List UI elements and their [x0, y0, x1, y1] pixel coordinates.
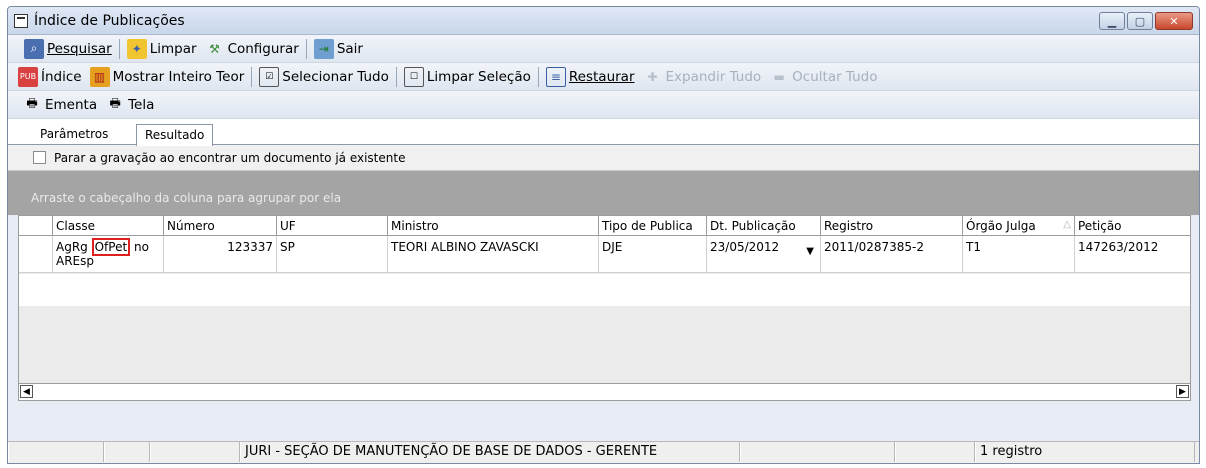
sort-ascending-icon: △	[1063, 219, 1071, 230]
options-row: Parar a gravação ao encontrar um documen…	[8, 145, 1199, 171]
title-bar: Índice de Publicações ▁ ▢ ✕	[8, 7, 1199, 35]
pub-index-icon: PUB	[18, 66, 38, 87]
indicator-column-header	[19, 216, 52, 236]
exit-door-icon: ⇥	[313, 38, 334, 59]
tab-parametros[interactable]: Parâmetros	[32, 124, 116, 145]
close-button[interactable]: ✕	[1155, 12, 1193, 30]
clear-button[interactable]: ✦ Limpar	[123, 37, 201, 61]
minimize-button[interactable]: ▁	[1099, 12, 1125, 30]
column-header-uf[interactable]: UF	[276, 216, 387, 236]
horizontal-scrollbar[interactable]: ◀ ▶	[19, 383, 1190, 400]
printer-icon: 🖶	[26, 96, 38, 110]
cell-classe: AgRg OfPet no AREsp	[52, 236, 163, 273]
main-window: Índice de Publicações ▁ ▢ ✕ ⌕ Pesquisar ✦…	[7, 6, 1200, 464]
restore-button[interactable]: ≡ Restaurar	[542, 65, 639, 89]
window-title: Índice de Publicações	[34, 12, 185, 29]
select-all-button[interactable]: ☑ Selecionar Tudo	[255, 65, 393, 89]
cell-ministro: TEORI ALBINO ZAVASCKI	[387, 236, 598, 273]
cell-registro: 2011/0287385-2	[820, 236, 962, 273]
status-panel	[150, 442, 240, 462]
stop-on-existing-label: Parar a gravação ao encontrar um documen…	[54, 150, 406, 165]
index-button[interactable]: PUB Índice	[14, 65, 86, 89]
show-full-text-button[interactable]: ▥ Mostrar Inteiro Teor	[86, 65, 249, 89]
cell-uf: SP	[276, 236, 387, 273]
printer-icon: 🖶	[109, 96, 121, 110]
collapse-minus-icon: ▬	[773, 69, 785, 84]
select-all-icon: ☑	[259, 66, 280, 87]
exit-button[interactable]: ⇥ Sair	[310, 37, 367, 61]
toolbar-print: 🖶 Ementa 🖶 Tela	[8, 91, 1199, 119]
maximize-button[interactable]: ▢	[1127, 12, 1153, 30]
cell-numero: 123337	[163, 236, 276, 273]
expand-plus-icon: ✚	[647, 69, 658, 84]
status-panel	[740, 442, 895, 462]
cell-tipo: DJE	[598, 236, 706, 273]
table-row[interactable]: AgRg OfPet no AREsp 123337 SP TEORI ALBIN…	[19, 236, 1190, 273]
cell-data[interactable]: 23/05/2012 ▼	[706, 236, 820, 273]
row-indicator	[19, 236, 52, 273]
grid-empty-area	[19, 274, 1190, 306]
toolbar-results: PUB Índice ▥ Mostrar Inteiro Teor ☑ Selecio…	[8, 63, 1199, 91]
search-icon: ⌕	[24, 38, 44, 59]
column-header-peticao[interactable]: Petição	[1074, 216, 1192, 236]
tab-resultado[interactable]: Resultado	[136, 124, 214, 146]
column-header-classe[interactable]: Classe	[52, 216, 163, 236]
tab-strip: Parâmetros Resultado	[8, 119, 1199, 146]
clear-selection-icon: ☐	[403, 66, 424, 87]
scroll-right-arrow-icon[interactable]: ▶	[1176, 385, 1189, 398]
status-record-count: 1 registro	[975, 442, 1195, 462]
configure-button[interactable]: ⚒ Configurar	[201, 37, 303, 61]
scroll-left-arrow-icon[interactable]: ◀	[20, 385, 33, 398]
print-ementa-button[interactable]: 🖶 Ementa	[18, 93, 101, 117]
dropdown-arrow-icon[interactable]: ▼	[806, 246, 814, 257]
highlighted-text: OfPet	[91, 238, 131, 256]
stop-on-existing-checkbox[interactable]	[33, 151, 46, 164]
expand-all-button[interactable]: ✚ Expandir Tudo	[639, 65, 766, 89]
hide-all-button[interactable]: ▬ Ocultar Tudo	[765, 65, 881, 89]
broom-icon: ✦	[126, 38, 147, 59]
search-button[interactable]: ⌕ Pesquisar	[20, 37, 116, 61]
column-header-ministro[interactable]: Ministro	[387, 216, 598, 236]
results-grid: Classe Número UF Ministro Tipo de Public…	[18, 215, 1191, 401]
column-header-data[interactable]: Dt. Publicação	[706, 216, 820, 236]
window-icon	[14, 13, 28, 28]
column-header-tipo[interactable]: Tipo de Publica	[598, 216, 706, 236]
grid-header: Classe Número UF Ministro Tipo de Public…	[19, 216, 1190, 236]
tools-icon: ⚒	[209, 41, 220, 56]
group-by-area[interactable]: Arraste o cabeçalho da coluna para agrup…	[8, 171, 1199, 215]
restore-icon: ≡	[545, 66, 566, 87]
print-screen-button[interactable]: 🖶 Tela	[101, 93, 158, 117]
column-header-numero[interactable]: Número	[163, 216, 276, 236]
status-panel	[8, 442, 104, 462]
clear-selection-button[interactable]: ☐ Limpar Seleção	[400, 65, 535, 89]
column-header-orgao[interactable]: Órgão Julga △	[962, 216, 1074, 236]
status-panel	[104, 442, 150, 462]
toolbar-main: ⌕ Pesquisar ✦ Limpar ⚒ Configurar ⇥ Sair	[8, 35, 1199, 63]
column-header-registro[interactable]: Registro	[820, 216, 962, 236]
status-panel	[895, 442, 975, 462]
cell-peticao: 147263/2012	[1074, 236, 1192, 273]
full-text-icon: ▥	[89, 66, 110, 87]
status-bar: JURI - SEÇÃO DE MANUTENÇÃO DE BASE DE DA…	[8, 441, 1199, 463]
status-user: JURI - SEÇÃO DE MANUTENÇÃO DE BASE DE DA…	[240, 442, 740, 462]
cell-orgao: T1	[962, 236, 1074, 273]
